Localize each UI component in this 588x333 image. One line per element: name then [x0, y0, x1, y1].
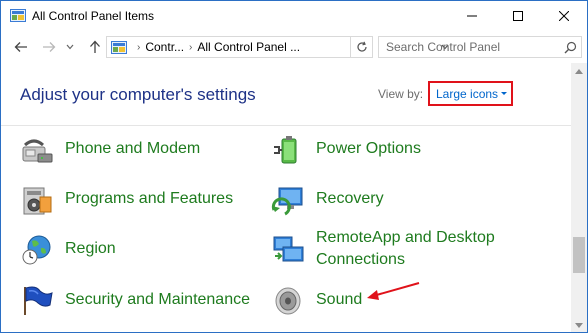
divider [1, 125, 571, 126]
item-label[interactable]: Phone and Modem [65, 138, 200, 160]
vertical-scrollbar[interactable] [571, 63, 587, 332]
caret-down-icon [575, 322, 583, 328]
item-label[interactable]: Sound [316, 289, 362, 311]
item-label-line2[interactable]: Connections [316, 249, 405, 271]
chevron-right-icon: › [137, 41, 141, 53]
control-panel-icon [111, 40, 127, 54]
content-pane: Adjust your computer's settings View by:… [1, 63, 571, 332]
search-icon[interactable] [559, 37, 581, 57]
title-bar: All Control Panel Items [1, 1, 587, 31]
power-options-icon [274, 136, 297, 164]
recent-locations-button[interactable] [63, 37, 77, 57]
item-label[interactable]: Power Options [316, 138, 421, 160]
chevron-down-icon [66, 44, 74, 50]
refresh-icon [356, 41, 367, 52]
view-by-label: View by: [378, 87, 424, 101]
address-bar[interactable]: › Contr... › All Control Panel ... [106, 36, 449, 58]
address-toolbar: › Contr... › All Control Panel ... Searc… [1, 31, 587, 63]
scroll-up-button[interactable] [571, 63, 587, 79]
recovery-icon [271, 187, 303, 216]
item-label[interactable]: Programs and Features [65, 188, 233, 210]
sound-icon [275, 287, 301, 315]
window-title: All Control Panel Items [32, 9, 155, 23]
minimize-button[interactable] [449, 1, 495, 31]
view-by-dropdown[interactable]: Large icons [428, 81, 513, 106]
forward-arrow-icon [43, 42, 56, 52]
maximize-icon [513, 11, 523, 21]
item-label[interactable]: Region [65, 238, 116, 260]
back-button[interactable] [11, 37, 31, 57]
scroll-thumb[interactable] [573, 237, 585, 273]
breadcrumb-item[interactable]: Contr... [145, 40, 184, 54]
chevron-right-icon[interactable]: › [189, 42, 192, 53]
remoteapp-icon [273, 236, 304, 262]
programs-features-icon [23, 187, 52, 215]
security-maintenance-icon [24, 286, 53, 315]
maximize-button[interactable] [495, 1, 541, 31]
forward-button[interactable] [39, 37, 59, 57]
item-label[interactable]: Security and Maintenance [65, 289, 250, 311]
back-arrow-icon [14, 42, 27, 52]
item-label-line1[interactable]: RemoteApp and Desktop [316, 227, 495, 249]
annotation-arrow-icon [367, 282, 420, 300]
caret-down-icon [501, 92, 507, 95]
item-label[interactable]: Recovery [316, 188, 384, 210]
minimize-icon [467, 15, 477, 17]
search-box[interactable]: Search Control Panel [378, 36, 582, 58]
up-arrow-icon [90, 40, 100, 53]
phone-modem-icon [22, 139, 53, 163]
region-icon [22, 235, 51, 265]
view-by-value[interactable]: Large icons [436, 87, 498, 101]
up-button[interactable] [85, 37, 105, 57]
scroll-down-button[interactable] [571, 317, 587, 332]
refresh-button[interactable] [351, 36, 373, 58]
breadcrumb-item[interactable]: All Control Panel ... [197, 40, 300, 54]
close-button[interactable] [541, 1, 587, 31]
control-panel-window: All Control Panel Items › Contr... › All… [0, 0, 588, 333]
page-title: Adjust your computer's settings [20, 85, 256, 104]
caret-up-icon [575, 68, 583, 74]
close-icon [559, 11, 569, 21]
control-panel-icon [10, 9, 26, 22]
search-input[interactable]: Search Control Panel [386, 40, 559, 54]
